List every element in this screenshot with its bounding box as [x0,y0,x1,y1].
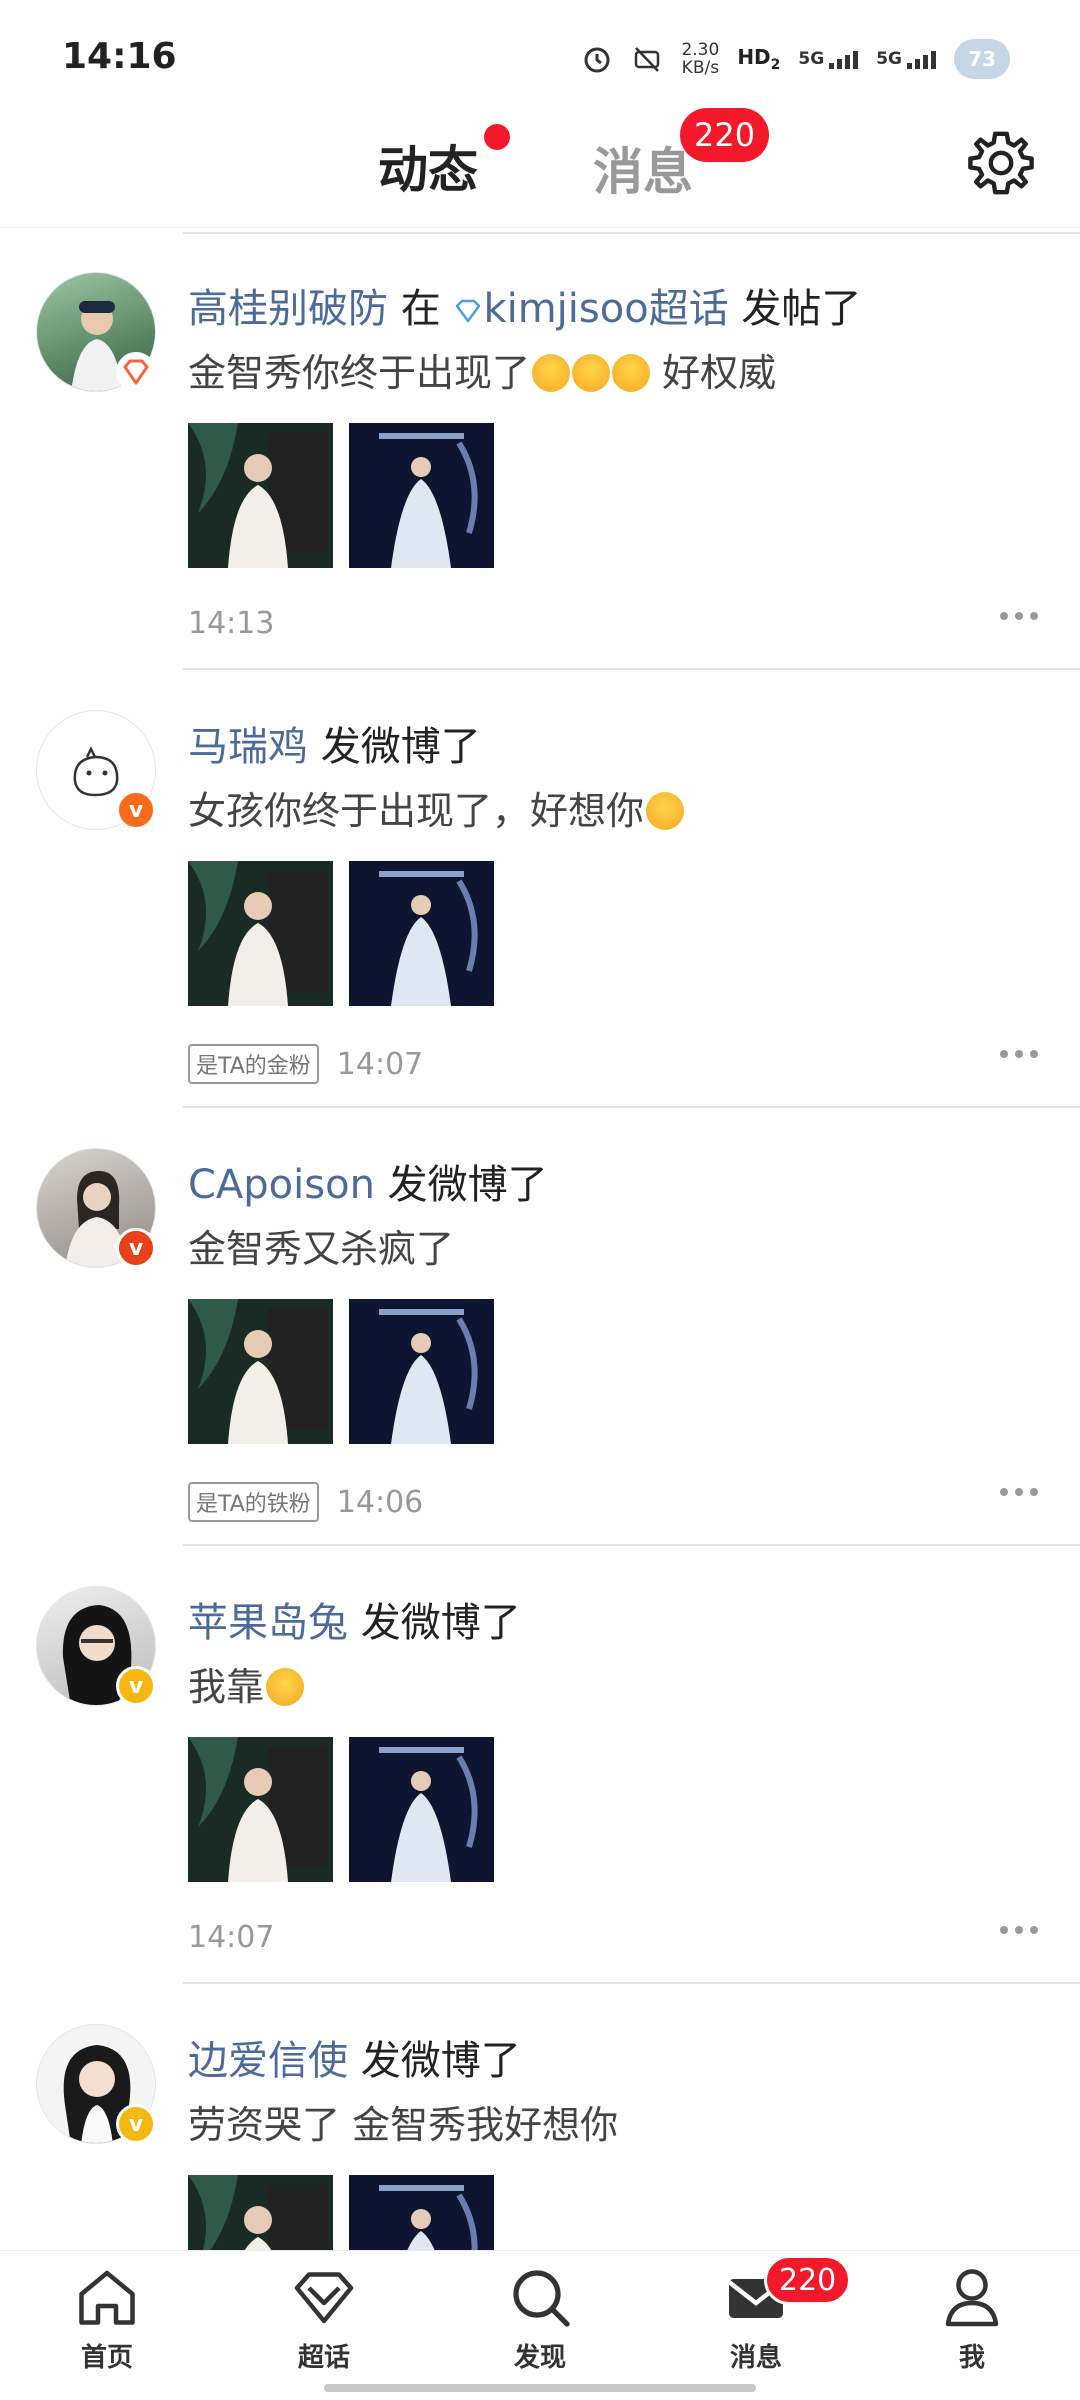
fan-level-tag: 是TA的金粉 [188,1044,319,1084]
post-time: 14:13 [188,606,275,641]
diamond-icon [294,2272,354,2324]
diamond-badge-icon [116,352,156,392]
post-meta: 是TA的金粉 14:07 [188,1044,423,1084]
topic-link[interactable]: kimjisoo超话 [483,286,728,332]
post-text[interactable]: 我靠 [188,1656,305,1711]
home-icon [79,2270,135,2325]
crying-emoji-icon [532,354,571,392]
more-options-icon[interactable] [1000,1926,1038,1934]
tab-feed[interactable]: 动态 [378,130,478,202]
status-icons: 2.30 KB/s HD2 5G 5G 73 [581,34,1010,84]
post-text[interactable]: 金智秀又杀疯了 [188,1218,454,1273]
post-images [188,861,494,1006]
post-photo-2[interactable] [349,423,494,568]
post-meta: 是TA的铁粉 14:06 [188,1482,423,1522]
super-topic-icon [456,299,481,323]
post-meta: 14:07 [188,1920,274,1955]
bottom-nav: 首页 超话 发现 消息 220 我 [0,2250,1080,2400]
messages-count-badge: 220 [680,108,770,162]
feed-item[interactable]: v CApoison 发微博了 金智秀又杀疯了 是TA的铁粉 14:06 [0,1108,1080,1546]
status-bar: 14:16 2.30 KB/s HD2 5G 5G 73 [0,0,1080,110]
hd-indicator: HD2 [737,45,781,73]
more-options-icon[interactable] [1000,1488,1038,1496]
nav-messages[interactable]: 消息 220 [686,2255,852,2374]
home-indicator[interactable] [324,2384,756,2392]
fan-level-tag: 是TA的铁粉 [188,1482,319,1522]
signal-icon-sim2: 5G [876,49,936,69]
feed-list: 高桂别破防 在 kimjisoo超话 发帖了 金智秀你终于出现了 好权威 14:… [0,232,1080,2400]
battery-icon: 73 [954,39,1010,79]
post-photo-2[interactable] [349,1299,494,1444]
signal-icon-sim1: 5G [798,49,859,69]
username[interactable]: 苹果岛兔 [188,1600,348,1646]
post-time: 14:07 [336,1046,424,1082]
blowing-kiss-emoji-icon [646,792,685,830]
post-meta: 14:13 [188,606,274,641]
post-photo-2[interactable] [349,861,494,1006]
post-photo-1[interactable] [188,1737,333,1882]
crying-emoji-icon [612,354,651,392]
nav-discover[interactable]: 发现 [470,2261,610,2374]
username[interactable]: 边爱信使 [188,2038,348,2084]
verified-badge-icon: v [116,2104,156,2144]
post-photo-1[interactable] [188,423,333,568]
nav-home[interactable]: 首页 [37,2261,177,2374]
feed-item[interactable]: v 马瑞鸡 发微博了 女孩你终于出现了，好想你 是TA的金粉 14:07 [0,670,1080,1108]
more-options-icon[interactable] [1000,612,1038,620]
network-speed: 2.30 KB/s [681,40,720,78]
verified-badge-icon: v [116,790,156,830]
username[interactable]: CApoison [188,1162,375,1208]
crying-emoji-icon [572,354,611,392]
nav-super-topic[interactable]: 超话 [254,2261,394,2374]
post-photo-1[interactable] [188,861,333,1006]
post-title: 马瑞鸡 发微博了 [188,724,481,770]
feed-item[interactable]: 高桂别破防 在 kimjisoo超话 发帖了 金智秀你终于出现了 好权威 14:… [0,232,1080,670]
gear-icon[interactable] [966,128,1036,198]
post-title: 高桂别破防 在 kimjisoo超话 发帖了 [188,286,862,332]
person-icon [945,2269,999,2327]
post-images [188,1737,494,1882]
messages-count-badge: 220 [764,2255,852,2305]
post-images [188,1299,494,1444]
alarm-icon [584,47,610,73]
post-photo-1[interactable] [188,1299,333,1444]
heart-eyes-emoji-icon [266,1668,305,1706]
tab-messages[interactable]: 消息 [593,132,693,204]
post-title: CApoison 发微博了 [188,1162,548,1208]
verified-badge-icon: v [116,1666,156,1706]
post-photo-2[interactable] [349,1737,494,1882]
post-text[interactable]: 金智秀你终于出现了 好权威 [188,342,776,397]
username[interactable]: 马瑞鸡 [188,724,308,770]
post-time: 14:06 [336,1484,424,1520]
post-title: 边爱信使 发微博了 [188,2038,521,2084]
post-images [188,423,494,568]
feed-item[interactable]: v 苹果岛兔 发微博了 我靠 14:07 [0,1546,1080,1984]
no-sync-icon [635,47,660,72]
header: 动态 消息 220 [0,108,1080,228]
post-title: 苹果岛兔 发微博了 [188,1600,521,1646]
post-time: 14:07 [188,1920,275,1955]
search-icon [513,2270,570,2327]
more-options-icon[interactable] [1000,1050,1038,1058]
post-text[interactable]: 劳资哭了 金智秀我好想你 [188,2094,618,2149]
nav-me[interactable]: 我 [902,2261,1042,2374]
status-time: 14:16 [62,36,177,77]
username[interactable]: 高桂别破防 [188,286,388,332]
verified-badge-icon: v [116,1228,156,1268]
post-text[interactable]: 女孩你终于出现了，好想你 [188,780,685,835]
new-dot [484,124,510,150]
